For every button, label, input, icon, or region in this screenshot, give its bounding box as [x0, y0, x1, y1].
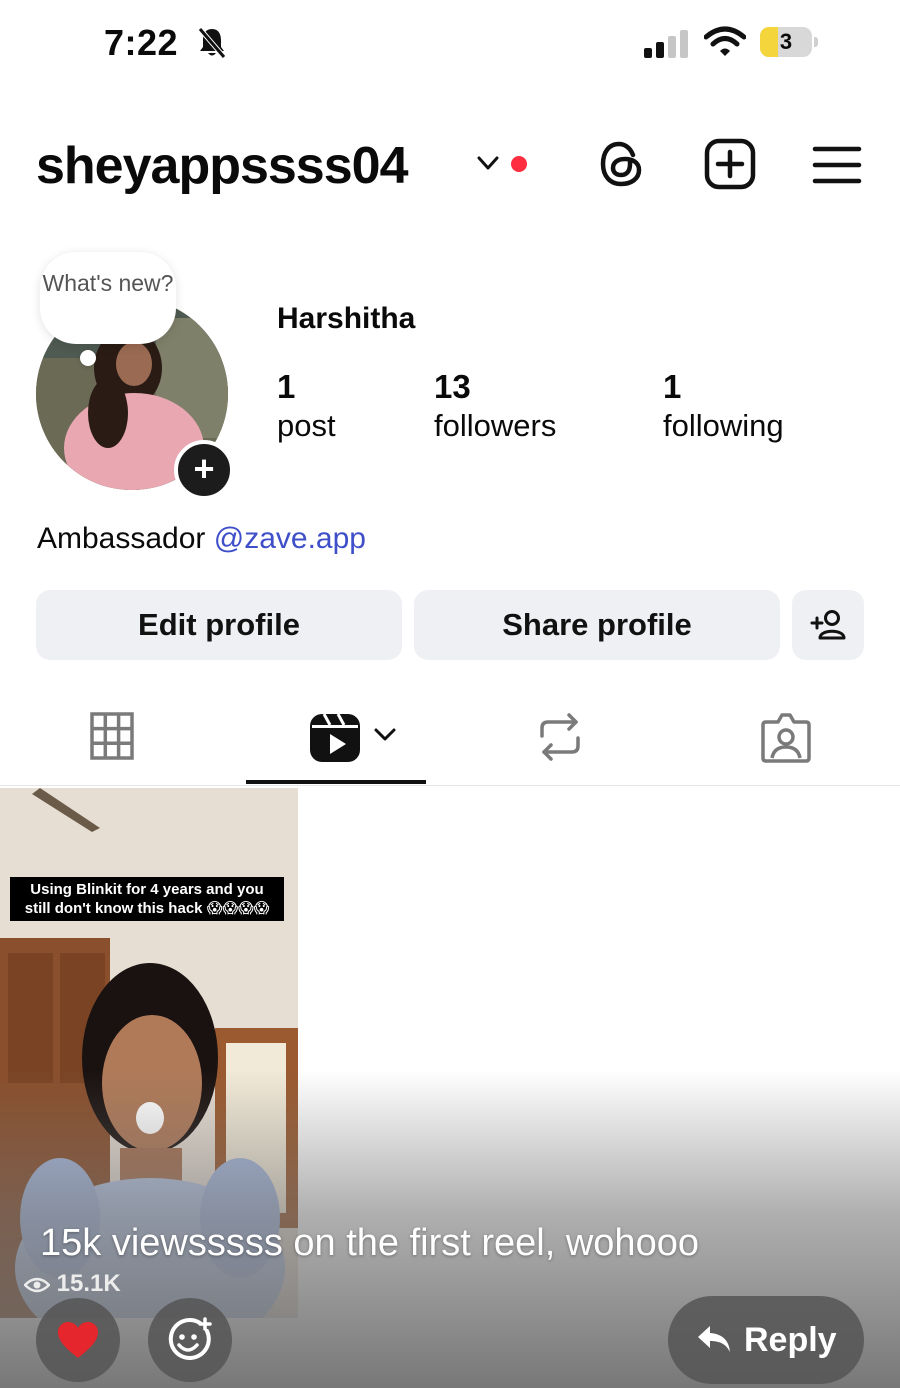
reel-caption: Using Blinkit for 4 years and you still … [10, 877, 284, 921]
story-message-text: 15k viewsssss on the first reel, wohooo [40, 1222, 699, 1264]
note-bubble[interactable]: What's new? [40, 252, 176, 344]
emoji-add-icon [168, 1317, 212, 1360]
bio-mention-link[interactable]: @zave.app [214, 522, 366, 555]
reply-arrow-icon [698, 1326, 730, 1352]
chevron-down-icon[interactable] [475, 152, 501, 174]
bio: Ambassador @zave.app [37, 522, 366, 556]
posts-count[interactable]: 1 [277, 368, 295, 406]
status-time: 7:22 [104, 22, 179, 63]
note-bubble-tail [80, 350, 96, 366]
display-name: Harshitha [277, 302, 416, 335]
followers-count[interactable]: 13 [434, 368, 471, 406]
tab-divider [0, 785, 900, 786]
reposts-icon[interactable] [536, 710, 584, 764]
posts-label[interactable]: post [277, 408, 336, 444]
emoji-reaction-button[interactable] [148, 1298, 232, 1382]
like-reaction-button[interactable] [36, 1298, 120, 1382]
add-post-icon[interactable] [704, 138, 756, 190]
reel-view-count: 15.1K [23, 1270, 121, 1298]
reply-button[interactable]: Reply [668, 1296, 864, 1384]
reel-views: 15.1K [56, 1270, 121, 1297]
reel-caption-line2: still don't know this hack [24, 900, 203, 917]
signal-icon [644, 30, 688, 58]
reels-icon[interactable] [308, 710, 362, 764]
battery-icon: 3 [760, 27, 818, 57]
discover-people-button[interactable] [792, 590, 864, 660]
bio-text: Ambassador [37, 522, 206, 555]
grid-icon[interactable] [90, 710, 134, 762]
following-label[interactable]: following [663, 408, 784, 444]
followers-label[interactable]: followers [434, 408, 556, 444]
edit-profile-button[interactable]: Edit profile [36, 590, 402, 660]
active-tab-indicator [246, 780, 426, 784]
bell-slash-icon [198, 27, 226, 59]
tagged-icon[interactable] [760, 710, 812, 764]
following-count[interactable]: 1 [663, 368, 681, 406]
menu-icon[interactable] [812, 144, 862, 186]
wifi-icon [704, 26, 746, 56]
reel-caption-emoji: 😱😱😱😱 [206, 899, 270, 917]
notification-dot [511, 156, 527, 172]
reply-label: Reply [744, 1321, 837, 1359]
threads-icon[interactable] [596, 138, 648, 190]
add-story-icon[interactable]: + [174, 440, 234, 500]
battery-level: 3 [779, 29, 793, 54]
heart-icon [58, 1322, 98, 1358]
reels-filter-chevron-icon[interactable] [372, 724, 398, 746]
share-profile-button[interactable]: Share profile [414, 590, 780, 660]
eye-icon [23, 1277, 51, 1292]
add-person-icon [810, 610, 846, 640]
reel-caption-line1: Using Blinkit for 4 years and you [30, 881, 264, 898]
account-username[interactable]: sheyappssss04 [36, 136, 408, 196]
